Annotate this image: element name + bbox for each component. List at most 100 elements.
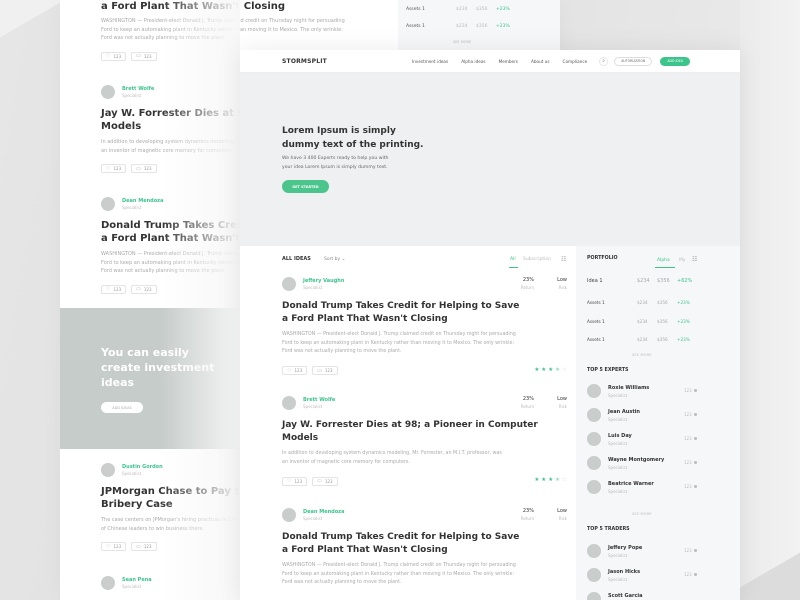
sort-dropdown[interactable]: Sort by ⌄	[324, 257, 345, 262]
star-icon[interactable]: ★	[548, 367, 553, 373]
like-button[interactable]: ♡ 123	[101, 284, 127, 294]
star-icon[interactable]: ★	[534, 477, 539, 483]
like-button[interactable]: ♡ 123	[282, 366, 308, 375]
star-icon[interactable]: ★	[548, 477, 553, 483]
background-shape	[0, 0, 60, 40]
avatar	[587, 544, 601, 558]
expert-item[interactable]: Luis Day Specialist 123	[587, 432, 707, 446]
idea-card[interactable]: Jeffery Vaughn Specialist 23% Return Low Ri…	[282, 277, 567, 376]
authorization-button[interactable]: AUTORIZATION	[614, 56, 653, 66]
star-icon[interactable]: ★	[555, 367, 560, 373]
star-icon[interactable]: ★	[555, 477, 560, 483]
trader-item[interactable]: Jeffery Pope Specialist 123	[587, 544, 707, 558]
avatar	[587, 592, 601, 600]
see-more-link[interactable]: SEE MORE	[453, 40, 471, 44]
heart-icon: ♡	[106, 53, 111, 59]
avatar	[587, 408, 601, 422]
star-icon[interactable]: ☆	[562, 367, 567, 373]
search-icon[interactable]: ⌕	[599, 56, 609, 66]
idea-title[interactable]: Jay W. Forrester Dies at 98; a Pioneer i…	[282, 419, 567, 445]
like-button[interactable]: ♡ 123	[101, 542, 127, 551]
return-stat: 23% Return	[520, 508, 534, 521]
author-name[interactable]: Dustin Gordon	[122, 464, 163, 470]
author-name[interactable]: Brett Wolfe	[303, 397, 335, 403]
nav-link-members[interactable]: Members	[499, 59, 518, 64]
portfolio-row[interactable]: Assets 1 $234 $356 +23%	[406, 24, 526, 29]
trader-item[interactable]: Jason Hicks Specialist 123	[587, 568, 707, 582]
portfolio-row[interactable]: Assets 1 $234 $356 +23%	[587, 319, 707, 324]
comment-icon: ▭	[136, 53, 141, 59]
return-stat: 23% Return	[520, 396, 534, 409]
tab-my[interactable]: My	[679, 258, 686, 263]
return-stat: 23% Return	[520, 277, 534, 290]
idea-card[interactable]: Brett Wolfe Specialist 23% Return Low Risk …	[282, 396, 567, 486]
trader-item[interactable]: Scott GarciaSpecialist	[587, 592, 707, 600]
nav-link-alpha-ideas[interactable]: Alpha ideas	[461, 59, 485, 64]
expert-item[interactable]: Wayne Montgomery Specialist 123	[587, 456, 707, 470]
star-icon[interactable]: ★	[534, 367, 539, 373]
like-button[interactable]: ♡ 123	[282, 476, 308, 486]
ideas-feed: ALL IDEAS Sort by ⌄ All Subscription ☷ J…	[240, 246, 576, 600]
comment-button[interactable]: ▭ 123	[131, 164, 157, 173]
idea-description: WASHINGTON — President-elect Donald J. T…	[101, 18, 345, 41]
coin-icon	[693, 413, 697, 416]
nav-link-investment-ideas[interactable]: Investment ideas	[412, 59, 448, 64]
comment-icon: ▭	[317, 367, 322, 374]
star-icon[interactable]: ★	[541, 367, 546, 373]
like-button[interactable]: ♡ 123	[101, 164, 127, 173]
comment-icon: ▭	[317, 478, 322, 484]
portfolio-idea-row[interactable]: Idea 1 $234 $356 +62%	[587, 278, 707, 284]
add-idea-button[interactable]: ADD IDEA	[660, 56, 691, 66]
avatar	[587, 480, 601, 494]
add-ideas-button[interactable]: ADD IDEAS	[101, 402, 143, 413]
comment-button[interactable]: ▭ 123	[312, 366, 338, 375]
comment-icon: ▭	[136, 286, 141, 292]
like-button[interactable]: ♡ 123	[101, 51, 127, 61]
comment-button[interactable]: ▭ 123	[131, 542, 157, 551]
filter-icon[interactable]: ☷	[561, 256, 566, 263]
idea-title[interactable]: Donald Trump Takes Credit for Helping to…	[282, 531, 567, 557]
banner-title: You can easily create investment ideas	[101, 346, 215, 389]
portfolio-row[interactable]: Assets 1 $234 $356 +23%	[587, 300, 707, 305]
get-started-button[interactable]: GET STARTED	[282, 180, 329, 193]
rating-stars[interactable]: ★ ★ ★ ★ ☆	[534, 477, 567, 483]
tab-subscription[interactable]: Subscription	[523, 257, 551, 262]
expert-item[interactable]: Roxie Williams Specialist 123	[587, 384, 707, 398]
nav-link-about-us[interactable]: About us	[531, 59, 550, 64]
tab-all[interactable]: All	[510, 257, 516, 262]
comment-button[interactable]: ▭ 123	[312, 476, 338, 486]
author-name[interactable]: Sean Pena	[122, 577, 152, 583]
logo[interactable]: STORMSPLIT	[282, 58, 327, 65]
filter-icon[interactable]: ☷	[692, 256, 697, 263]
see-more-link[interactable]: SEE MORE	[632, 512, 652, 516]
portfolio-row[interactable]: Assets 1 $234 $356 +23%	[406, 7, 526, 12]
heart-icon: ♡	[287, 367, 292, 374]
portfolio-row[interactable]: Assets 1 $234 $356 +23%	[587, 337, 707, 342]
author-name[interactable]: Jeffery Vaughn	[303, 278, 344, 284]
avatar	[101, 463, 115, 477]
comment-icon: ▭	[136, 543, 141, 550]
author-name[interactable]: Brett Wolfe	[122, 86, 154, 92]
avatar	[587, 568, 601, 582]
experts-title: TOP 5 EXPERTS	[587, 368, 629, 373]
idea-card[interactable]: Dean Mendoza Specialist 23% Return Low Risk…	[282, 508, 567, 588]
idea-title[interactable]: Donald Trump Takes Credit for Helping to…	[282, 300, 567, 326]
star-icon[interactable]: ★	[541, 477, 546, 483]
comment-button[interactable]: ▭ 123	[131, 284, 157, 294]
rating-stars[interactable]: ★ ★ ★ ★ ☆	[534, 367, 567, 373]
see-more-link[interactable]: SEE MORE	[632, 353, 652, 357]
star-icon[interactable]: ☆	[562, 477, 567, 483]
tab-alpha[interactable]: Alpha	[657, 258, 670, 263]
nav-link-compliance[interactable]: Compliance	[563, 59, 588, 64]
avatar	[587, 456, 601, 470]
author-name[interactable]: Dean Mendoza	[303, 509, 344, 515]
expert-item[interactable]: Jean Austin Specialist 123	[587, 408, 707, 422]
idea-title[interactable]: a Ford Plant That Wasn't Closing	[101, 0, 401, 13]
coin-icon	[693, 549, 697, 552]
expert-item[interactable]: Beatrice Warner Specialist 123	[587, 480, 707, 494]
heart-icon: ♡	[106, 286, 111, 292]
author-name[interactable]: Dean Mendoza	[122, 198, 163, 204]
avatar	[101, 576, 115, 590]
comment-button[interactable]: ▭ 123	[131, 51, 157, 61]
background-shape	[740, 540, 800, 600]
